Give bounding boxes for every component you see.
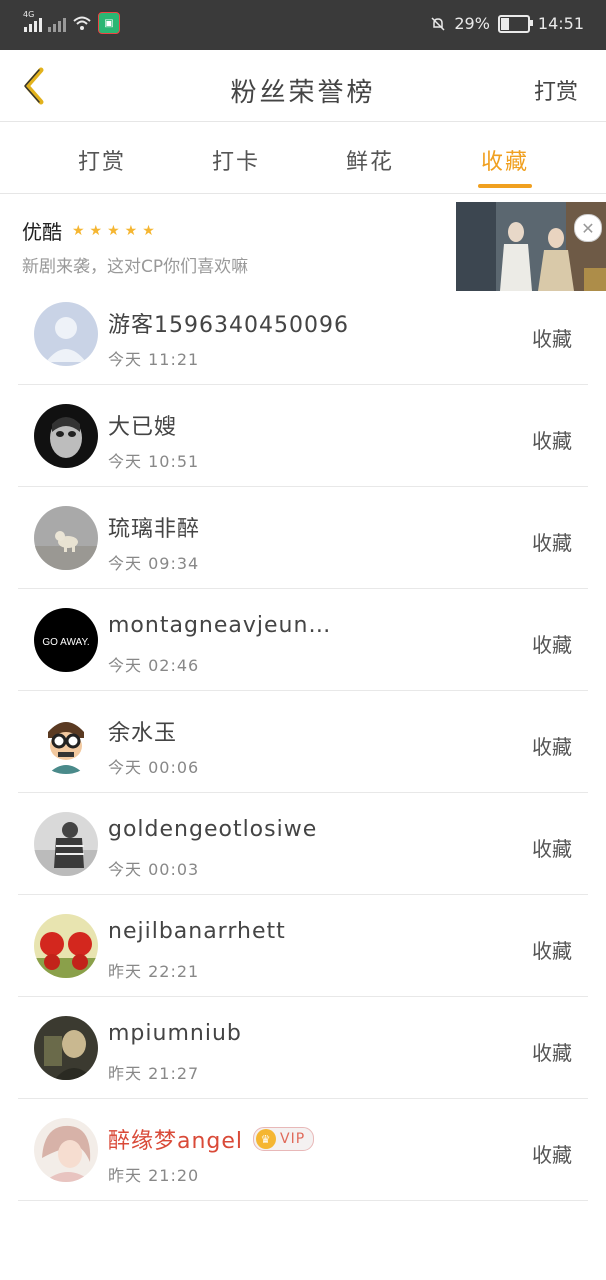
avatar xyxy=(34,710,98,774)
timestamp: 昨天 21:27 xyxy=(108,1064,200,1083)
timestamp: 昨天 22:21 xyxy=(108,962,200,981)
user-name: montagneavjeun… xyxy=(108,613,332,638)
list-item[interactable]: 游客1596340450096 今天 11:21 收藏 xyxy=(0,283,606,385)
ad-brand-name: 优酷 xyxy=(22,220,62,244)
list-item[interactable]: GO AWAY. montagneavjeun… 今天 02:46 收藏 xyxy=(0,589,606,691)
action-label: 收藏 xyxy=(532,1041,572,1065)
tab-flowers[interactable]: 鲜花 xyxy=(320,144,420,176)
list-item[interactable]: nejilbanarrhett 昨天 22:21 收藏 xyxy=(0,895,606,997)
signal-icon-secondary xyxy=(48,14,66,32)
user-name: mpiumniub xyxy=(108,1021,242,1046)
clock: 14:51 xyxy=(537,14,584,33)
avatar xyxy=(34,812,98,876)
list-item[interactable]: mpiumniub 昨天 21:27 收藏 xyxy=(0,997,606,1099)
avatar xyxy=(34,506,98,570)
timestamp: 今天 11:21 xyxy=(108,350,200,369)
user-name: 醉缘梦angel xyxy=(108,1129,244,1154)
page-title: 粉丝荣誉榜 xyxy=(230,78,376,108)
reward-button[interactable]: 打赏 xyxy=(534,74,578,106)
close-icon[interactable]: ✕ xyxy=(574,214,602,242)
active-tab-indicator xyxy=(478,184,532,188)
vip-label: VIP xyxy=(280,1131,306,1147)
list-item[interactable]: goldengeotlosiwe 今天 00:03 收藏 xyxy=(0,793,606,895)
list-item[interactable]: 醉缘梦angel ♛ VIP 昨天 21:20 收藏 xyxy=(0,1099,606,1201)
action-label: 收藏 xyxy=(532,735,572,759)
user-name: 余水玉 xyxy=(108,721,178,746)
tab-reward[interactable]: 打赏 xyxy=(52,144,152,176)
avatar xyxy=(34,404,98,468)
ad-banner[interactable]: 优酷 ★★★★★ 新剧来袭，这对CP你们喜欢嘛 ✕ xyxy=(0,194,606,291)
action-label: 收藏 xyxy=(532,1143,572,1167)
rating-stars-icon: ★★★★★ xyxy=(72,222,160,239)
timestamp: 今天 10:51 xyxy=(108,452,200,471)
timestamp: 今天 09:34 xyxy=(108,554,200,573)
action-label: 收藏 xyxy=(532,939,572,963)
list-item[interactable]: 余水玉 今天 00:06 收藏 xyxy=(0,691,606,793)
action-label: 收藏 xyxy=(532,429,572,453)
avatar: GO AWAY. xyxy=(34,608,98,672)
avatar xyxy=(34,1016,98,1080)
tab-checkin[interactable]: 打卡 xyxy=(186,144,286,176)
user-name: nejilbanarrhett xyxy=(108,919,286,944)
user-name: goldengeotlosiwe xyxy=(108,817,318,842)
app-notification-icon: ▣ xyxy=(98,12,120,34)
crown-icon: ♛ xyxy=(256,1129,277,1149)
tab-favorites[interactable]: 收藏 xyxy=(455,144,555,176)
timestamp: 昨天 21:20 xyxy=(108,1166,200,1185)
timestamp: 今天 00:06 xyxy=(108,758,200,777)
avatar xyxy=(34,1118,98,1182)
user-name: 大已嫂 xyxy=(108,415,178,440)
ad-image[interactable]: ✕ xyxy=(456,202,606,291)
avatar-text: GO AWAY. xyxy=(42,637,89,648)
user-name: 琉璃非醉 xyxy=(108,517,201,542)
action-label: 收藏 xyxy=(532,633,572,657)
list-item[interactable]: 琉璃非醉 今天 09:34 收藏 xyxy=(0,487,606,589)
user-name-vip: 醉缘梦angel ♛ VIP xyxy=(108,1123,315,1155)
timestamp: 今天 00:03 xyxy=(108,860,200,879)
action-label: 收藏 xyxy=(532,327,572,351)
mute-bell-icon xyxy=(431,16,445,31)
avatar xyxy=(34,302,98,366)
status-bar: 4G ▣ 29% 14:51 xyxy=(0,0,606,50)
action-label: 收藏 xyxy=(532,837,572,861)
list-item[interactable]: 大已嫂 今天 10:51 收藏 xyxy=(0,385,606,487)
user-name: 游客1596340450096 xyxy=(108,313,349,338)
battery-percent: 29% xyxy=(454,14,490,33)
wifi-icon xyxy=(73,16,91,30)
action-label: 收藏 xyxy=(532,531,572,555)
signal-icon: 4G xyxy=(23,10,42,32)
ad-brand: 优酷 ★★★★★ xyxy=(22,216,160,245)
header: 粉丝荣誉榜 打赏 xyxy=(0,50,606,122)
favorites-list: 游客1596340450096 今天 11:21 收藏 大已嫂 今天 10:51… xyxy=(0,283,606,1201)
battery-icon xyxy=(497,14,533,33)
avatar xyxy=(34,914,98,978)
vip-badge: ♛ VIP xyxy=(253,1127,315,1151)
ad-description: 新剧来袭，这对CP你们喜欢嘛 xyxy=(22,257,249,277)
timestamp: 今天 02:46 xyxy=(108,656,200,675)
